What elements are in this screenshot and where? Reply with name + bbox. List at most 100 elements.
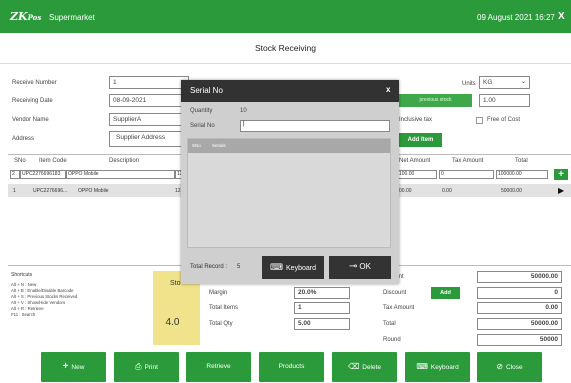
stock-value: 4.0 (165, 317, 180, 328)
total-items-label: Total Items (209, 305, 239, 311)
keyboard-button[interactable]: ⌨ Keyboard (405, 352, 470, 382)
receiving-date-label: Receiving Date (12, 98, 53, 104)
entry-description[interactable]: OPPO Mobile (66, 170, 175, 179)
entry-tax-amount[interactable]: 0 (439, 170, 494, 179)
col-tax-amount: Tax Amount (452, 158, 484, 164)
serial-list-header: SNo Serials (188, 139, 390, 153)
round-field: 50000 (477, 334, 562, 346)
retrieve-button[interactable]: Retrieve (186, 352, 251, 382)
new-button-label: New (71, 364, 85, 371)
add-item-button[interactable]: Add Item (399, 133, 442, 147)
margin-label: Margin (209, 290, 228, 296)
print-button-label: Print (144, 364, 158, 371)
receiving-date-field[interactable]: 08-09-2021 (109, 94, 189, 107)
entry-total[interactable]: 100000.00 (496, 170, 548, 179)
entry-item-code[interactable]: UPC2276696183 (20, 170, 66, 179)
ban-icon: ⊘ (496, 362, 504, 371)
address-label: Address (12, 136, 35, 142)
close-icon[interactable]: X (558, 11, 565, 22)
row-total: 50000.00 (501, 188, 522, 194)
free-of-cost-checkbox[interactable] (476, 117, 483, 124)
keyboard-button-label: Keyboard (430, 364, 459, 371)
add-row-button[interactable]: + (554, 169, 568, 180)
dialog-header: Serial No x (181, 80, 399, 102)
total-record-label: Total Record : (190, 264, 228, 270)
col-sno: SNo (14, 158, 26, 164)
inclusive-tax-label: Inclusive tax (399, 117, 433, 123)
datetime: 09 August 2021 16:27 (477, 13, 555, 22)
total-label: Total (383, 321, 396, 327)
dialog-ok-button[interactable]: ⊸ OK (329, 256, 391, 279)
serial-no-input[interactable]: | (240, 120, 390, 132)
col-item-code: Item Code (39, 158, 67, 164)
free-of-cost-label: Free of Cost (487, 117, 521, 123)
shortcuts-title: Shortcuts (11, 272, 33, 278)
previous-stock-field[interactable]: 1.00 (479, 94, 530, 107)
total-qty-field: 5.00 (294, 318, 350, 330)
keyboard-icon: ⌨ (270, 262, 284, 272)
tax-amount-field: 0.00 (477, 302, 562, 314)
plus-icon: + (62, 361, 69, 372)
entry-net-amount[interactable]: 100.00 (397, 170, 437, 179)
app-title: Supermarket (49, 13, 95, 22)
close-button[interactable]: ⊘ Close (477, 352, 542, 382)
retrieve-button-label: Retrieve (206, 363, 231, 370)
col-total: Total (515, 158, 528, 164)
units-label: Units (462, 81, 476, 87)
page-title: Stock Receiving (0, 33, 571, 64)
row-description: OPPO Mobile (78, 188, 109, 194)
col-net-amount: Net Amount (399, 158, 431, 164)
row-tax-amount: 0.00 (442, 188, 452, 194)
text-cursor: | (243, 121, 245, 127)
shortcut-line: F11 : Search (11, 312, 36, 317)
units-select[interactable]: KG ⌄ (479, 76, 530, 89)
units-value: KG (483, 79, 493, 86)
previous-stock-button[interactable]: previous stock (399, 94, 472, 107)
title-bar: ZKPos Supermarket 09 August 2021 16:27 X (0, 0, 571, 33)
new-button[interactable]: + New (41, 352, 106, 382)
keyboard-icon: ⌨ (416, 362, 428, 371)
total-qty-label: Total Qty (209, 321, 233, 327)
serial-no-dialog: Serial No x Quantity 10 Serial No | SNo … (181, 80, 399, 284)
print-button[interactable]: ⎙ Print (114, 352, 179, 382)
delete-button[interactable]: ⌫ Delete (332, 352, 397, 382)
col-sno: SNo (192, 143, 201, 148)
receive-number-label: Receive Number (12, 80, 57, 86)
serial-no-label: Serial No (190, 123, 215, 129)
row-item-code: UPC2276696... (33, 188, 68, 194)
col-serials: Serials (212, 143, 226, 148)
quantity-label: Quantity (190, 108, 213, 114)
close-button-label: Close (506, 364, 523, 371)
serial-list[interactable]: SNo Serials (187, 138, 391, 248)
address-field[interactable]: Supplier Address (109, 131, 189, 147)
printer-icon: ⎙ (135, 362, 142, 371)
vendor-name-field[interactable]: SupplierA (109, 113, 189, 126)
total-record-value: 5 (237, 264, 241, 270)
row-qty: 12 (175, 188, 181, 194)
entry-sno[interactable]: 2 (10, 170, 20, 179)
shortcuts-list: Alt + N : New Alt + B : Enable/Disable B… (11, 282, 77, 318)
amount-field: 50000.00 (477, 271, 562, 283)
total-items-field: 1 (294, 302, 350, 314)
delete-icon: ⌫ (347, 362, 360, 371)
dialog-keyboard-button[interactable]: ⌨ Keyboard (262, 256, 324, 279)
round-label: Round (383, 337, 401, 343)
dialog-title: Serial No (190, 86, 223, 95)
products-button[interactable]: Products (259, 352, 324, 382)
receive-number-field[interactable]: 1 (109, 76, 189, 89)
ok-icon: ⊸ (349, 261, 358, 272)
discount-field[interactable]: 0 (477, 287, 562, 299)
discount-label: Discount (383, 290, 407, 296)
quantity-value: 10 (240, 108, 247, 114)
app-logo: ZKPos (10, 10, 42, 23)
dialog-close-icon[interactable]: x (386, 85, 390, 94)
vendor-name-label: Vendor Name (12, 117, 49, 123)
discount-add-button[interactable]: Add (431, 287, 460, 299)
margin-field: 20.0% (294, 287, 350, 299)
delete-button-label: Delete (362, 364, 382, 371)
stock-label: Sto (170, 280, 181, 287)
chevron-down-icon: ⌄ (520, 79, 526, 85)
row-arrow-icon[interactable]: ▶ (558, 186, 564, 195)
total-field: 50000.00 (477, 318, 562, 330)
keyboard-label: Keyboard (286, 265, 316, 272)
